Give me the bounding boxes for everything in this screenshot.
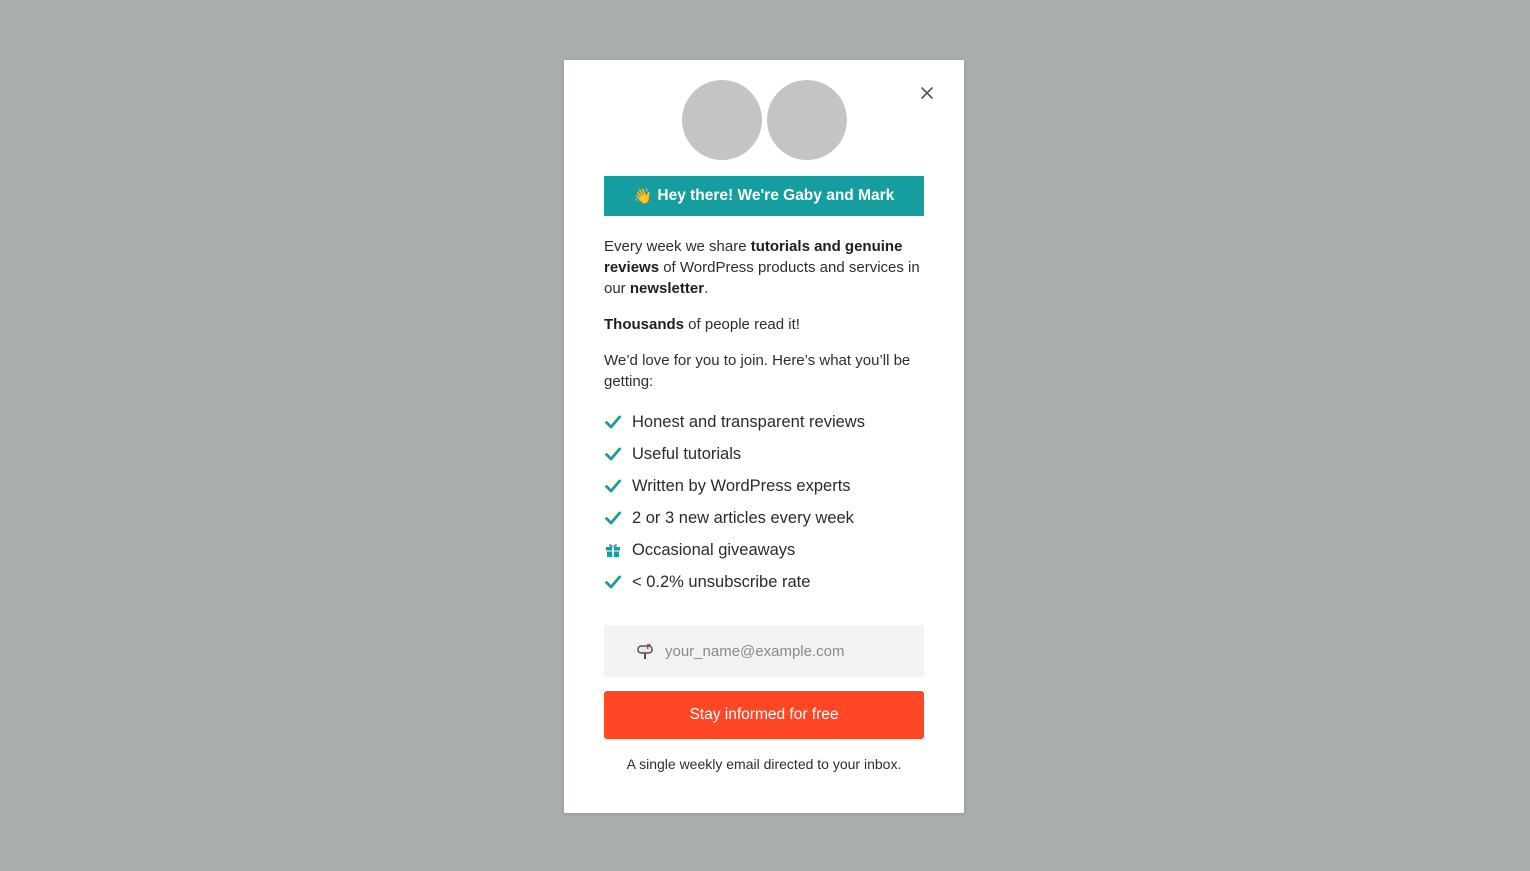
list-item: Honest and transparent reviews bbox=[604, 406, 934, 438]
check-icon bbox=[604, 413, 622, 431]
check-icon bbox=[604, 573, 622, 591]
benefit-label: 2 or 3 new articles every week bbox=[632, 508, 854, 527]
check-icon bbox=[604, 477, 622, 495]
list-item: Written by WordPress experts bbox=[604, 470, 934, 502]
benefit-label: Written by WordPress experts bbox=[632, 476, 851, 495]
author-avatars bbox=[682, 80, 852, 160]
subscribe-button[interactable]: Stay informed for free bbox=[604, 691, 924, 739]
waving-hand-icon: 👋 bbox=[633, 187, 653, 205]
mailbox-icon bbox=[636, 642, 654, 660]
list-item: < 0.2% unsubscribe rate bbox=[604, 566, 934, 598]
intro-paragraph-3: We’d love for you to join. Here’s what y… bbox=[604, 352, 911, 390]
intro-text: Every week we share tutorials and genuin… bbox=[604, 236, 928, 407]
list-item: Occasional giveaways bbox=[604, 534, 934, 566]
greeting-text: Hey there! We're Gaby and Mark bbox=[657, 187, 895, 204]
benefit-label: < 0.2% unsubscribe rate bbox=[632, 572, 811, 591]
newsletter-modal: 👋 Hey there! We're Gaby and Mark Every w… bbox=[564, 60, 964, 813]
footnote-text: A single weekly email directed to your i… bbox=[626, 756, 902, 772]
gift-icon bbox=[604, 541, 622, 559]
intro-paragraph-1: Every week we share tutorials and genuin… bbox=[604, 238, 920, 297]
avatar-gaby bbox=[682, 80, 762, 160]
list-item: Useful tutorials bbox=[604, 438, 934, 470]
avatar-mark bbox=[767, 80, 847, 160]
email-field-container[interactable] bbox=[604, 625, 924, 677]
list-item: 2 or 3 new articles every week bbox=[604, 502, 934, 534]
benefit-label: Occasional giveaways bbox=[632, 540, 796, 559]
check-icon bbox=[604, 445, 622, 463]
intro-paragraph-2: Thousands of people read it! bbox=[604, 316, 800, 333]
check-icon bbox=[604, 509, 622, 527]
close-icon[interactable] bbox=[918, 84, 936, 102]
benefit-label: Useful tutorials bbox=[632, 444, 742, 463]
benefits-list: Honest and transparent reviews Useful tu… bbox=[604, 406, 934, 598]
greeting-banner: 👋 Hey there! We're Gaby and Mark bbox=[604, 176, 924, 216]
benefit-label: Honest and transparent reviews bbox=[632, 412, 865, 431]
email-input[interactable] bbox=[663, 641, 907, 661]
